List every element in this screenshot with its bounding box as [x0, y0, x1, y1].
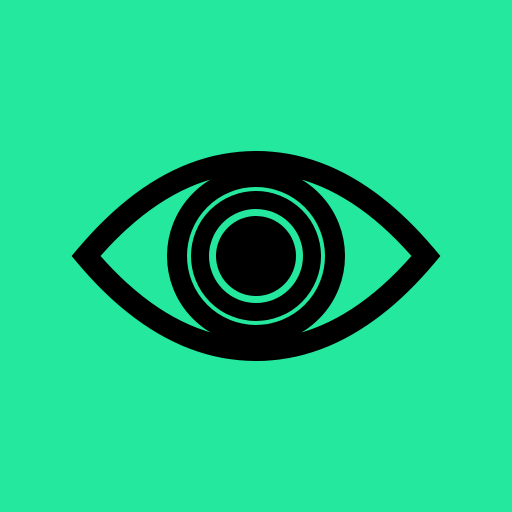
pupil: [216, 216, 296, 296]
eye-icon: [71, 150, 441, 362]
app-icon: [0, 0, 512, 512]
